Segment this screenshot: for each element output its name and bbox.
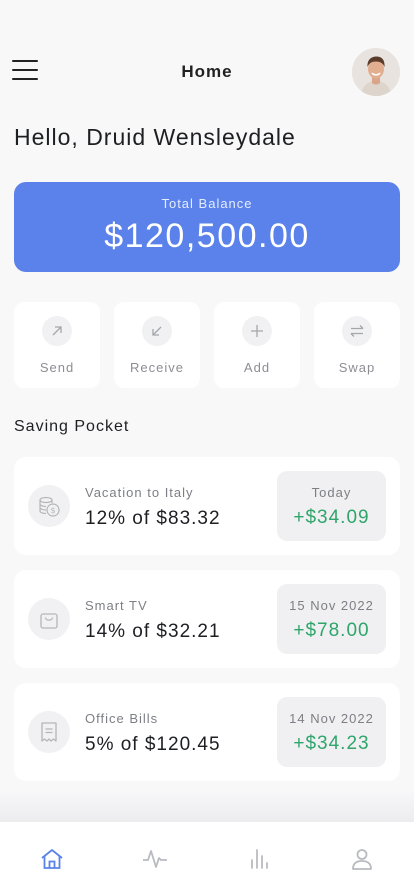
saving-pocket-title: Saving Pocket (14, 418, 130, 435)
quick-actions: Send Receive Add Swap (14, 302, 400, 388)
pocket-gain: +$34.09 (293, 507, 370, 528)
pocket-name: Smart TV (85, 598, 148, 613)
pocket-card-office-bills[interactable]: Office Bills 5% of $120.45 14 Nov 2022 +… (14, 683, 400, 781)
header: Home (0, 44, 414, 100)
swap-label: Swap (338, 360, 376, 375)
arrow-up-right-icon (42, 316, 72, 346)
nav-activity[interactable] (104, 822, 208, 896)
receive-button[interactable]: Receive (114, 302, 200, 388)
swap-button[interactable]: Swap (314, 302, 400, 388)
svg-text:$: $ (50, 506, 55, 515)
pocket-date: 15 Nov 2022 (289, 598, 374, 613)
avatar[interactable] (352, 48, 400, 96)
plus-icon (242, 316, 272, 346)
pocket-amount: 12% of $83.32 (85, 508, 221, 529)
nav-profile[interactable] (311, 822, 414, 896)
coins-icon: $ (28, 485, 70, 527)
greeting-text: Hello, Druid Wensleydale (14, 124, 296, 150)
arrow-down-left-icon (142, 316, 172, 346)
send-label: Send (39, 360, 75, 375)
pocket-card-smart-tv[interactable]: Smart TV 14% of $32.21 15 Nov 2022 +$78.… (14, 570, 400, 668)
bottom-nav (0, 822, 414, 896)
pocket-amount: 14% of $32.21 (85, 621, 221, 642)
add-button[interactable]: Add (214, 302, 300, 388)
pocket-card-vacation[interactable]: $ Vacation to Italy 12% of $83.32 Today … (14, 457, 400, 555)
receive-label: Receive (130, 360, 184, 375)
home-screen: Home Hello, Druid Wensleydale Total Bala… (0, 0, 414, 896)
nav-stats[interactable] (207, 822, 311, 896)
pocket-gain: +$78.00 (293, 620, 370, 641)
pocket-badge: 15 Nov 2022 +$78.00 (277, 584, 386, 654)
pocket-date: Today (311, 485, 352, 500)
receipt-icon (28, 711, 70, 753)
swap-icon (342, 316, 372, 346)
user-icon (352, 849, 373, 870)
bar-chart-icon (250, 849, 268, 869)
pocket-date: 14 Nov 2022 (289, 711, 374, 726)
nav-home[interactable] (0, 822, 104, 896)
pocket-name: Office Bills (85, 711, 159, 726)
shopping-bag-icon (28, 598, 70, 640)
home-icon (41, 849, 63, 869)
balance-label: Total Balance (161, 196, 253, 211)
activity-icon (143, 850, 168, 868)
avatar-image (352, 48, 400, 96)
add-label: Add (243, 360, 271, 375)
balance-value: $120,500.00 (104, 217, 310, 255)
send-button[interactable]: Send (14, 302, 100, 388)
pocket-badge: Today +$34.09 (277, 471, 386, 541)
pocket-gain: +$34.23 (293, 733, 370, 754)
total-balance-card: Total Balance $120,500.00 (14, 182, 400, 272)
bottom-fade (0, 790, 414, 822)
pocket-badge: 14 Nov 2022 +$34.23 (277, 697, 386, 767)
pocket-name: Vacation to Italy (85, 485, 194, 500)
pocket-amount: 5% of $120.45 (85, 734, 221, 755)
